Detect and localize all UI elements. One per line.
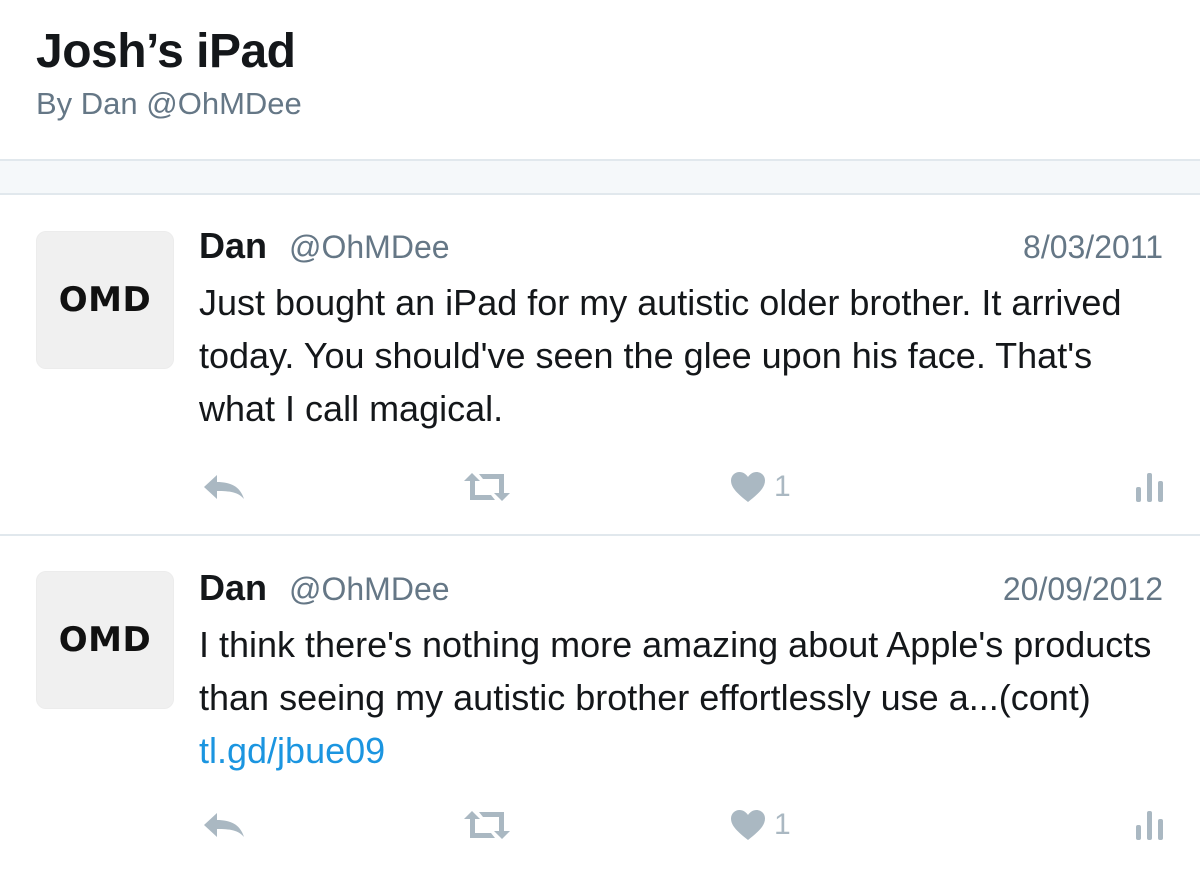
- reply-icon: [204, 475, 244, 499]
- retweet-button[interactable]: [458, 467, 516, 507]
- tweet-text: Just bought an iPad for my autistic olde…: [199, 276, 1169, 435]
- heart-icon: [731, 810, 765, 840]
- author-handle[interactable]: @OhMDee: [289, 571, 450, 608]
- collection-byline[interactable]: By Dan @OhMDee: [36, 86, 302, 122]
- analytics-icon: [1136, 473, 1163, 502]
- page-title: Josh’s iPad: [36, 25, 296, 78]
- tweet[interactable]: OMD Dan @OhMDee 20/09/2012 I think there…: [0, 537, 1200, 871]
- like-button[interactable]: 1: [730, 805, 791, 845]
- reply-icon: [204, 813, 244, 837]
- analytics-button[interactable]: [1134, 805, 1166, 845]
- author-name[interactable]: Dan: [199, 225, 267, 267]
- author-handle[interactable]: @OhMDee: [289, 229, 450, 266]
- avatar-text: OMD: [58, 280, 152, 320]
- reply-button[interactable]: [202, 805, 246, 845]
- analytics-icon: [1136, 811, 1163, 840]
- tweet-header: Dan @OhMDee 8/03/2011: [199, 225, 1163, 269]
- retweet-icon: [464, 811, 510, 839]
- like-count: 1: [774, 470, 791, 503]
- tweet-header: Dan @OhMDee 20/09/2012: [199, 567, 1163, 611]
- tweet-body: Just bought an iPad for my autistic olde…: [199, 282, 1122, 429]
- author-name[interactable]: Dan: [199, 567, 267, 609]
- reply-button[interactable]: [202, 467, 246, 507]
- tweet-link[interactable]: tl.gd/jbue09: [199, 730, 385, 771]
- like-count: 1: [774, 808, 791, 841]
- tweet-date[interactable]: 20/09/2012: [1003, 571, 1163, 608]
- section-divider: [0, 159, 1200, 195]
- tweet-actions: 1: [0, 467, 1200, 507]
- heart-icon: [731, 472, 765, 502]
- tweet-body: I think there's nothing more amazing abo…: [199, 624, 1152, 718]
- tweet-text: I think there's nothing more amazing abo…: [199, 618, 1169, 777]
- retweet-icon: [464, 473, 510, 501]
- tweet-date[interactable]: 8/03/2011: [1023, 229, 1163, 266]
- analytics-button[interactable]: [1134, 467, 1166, 507]
- like-button[interactable]: 1: [730, 467, 791, 507]
- retweet-button[interactable]: [458, 805, 516, 845]
- avatar-text: OMD: [58, 620, 152, 660]
- tweet[interactable]: OMD Dan @OhMDee 8/03/2011 Just bought an…: [0, 195, 1200, 536]
- tweet-actions: 1: [0, 805, 1200, 845]
- collection-header: Josh’s iPad By Dan @OhMDee: [0, 0, 1200, 160]
- avatar[interactable]: OMD: [36, 231, 174, 369]
- avatar[interactable]: OMD: [36, 571, 174, 709]
